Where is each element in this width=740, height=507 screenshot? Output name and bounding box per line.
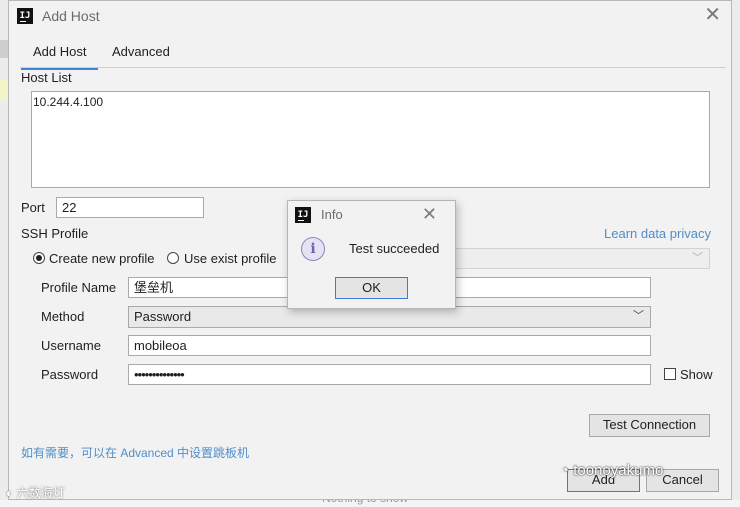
dialog-titlebar[interactable]: IJ Add Host ✕	[9, 1, 731, 31]
tab-divider	[20, 67, 726, 68]
test-connection-button[interactable]: Test Connection	[589, 414, 710, 437]
create-new-profile-radio[interactable]	[33, 252, 45, 264]
port-label: Port	[21, 200, 45, 215]
method-label: Method	[41, 309, 85, 324]
host-list-textarea[interactable]: 10.244.4.100	[31, 91, 710, 188]
wechat-icon: ◔	[560, 462, 570, 479]
watermark-text: toonoyakumo	[573, 462, 664, 479]
username-label: Username	[41, 338, 101, 353]
ssh-profile-label: SSH Profile	[21, 226, 89, 241]
weibo-icon: ◐	[6, 486, 14, 500]
intellij-app-icon: IJ	[295, 207, 311, 223]
password-input[interactable]: ••••••••••••••	[128, 364, 651, 385]
host-list-label: Host List	[21, 70, 72, 85]
create-new-profile-label[interactable]: Create new profile	[49, 251, 155, 266]
info-icon: i	[301, 237, 325, 261]
watermark-logo: ◔ toonoyakumo	[560, 462, 663, 479]
close-icon[interactable]: ✕	[704, 4, 721, 26]
watermark-small: ◐ 六数海灯	[6, 484, 65, 501]
ok-button[interactable]: OK	[335, 277, 408, 299]
use-exist-profile-radio[interactable]	[167, 252, 179, 264]
background-strip-highlight	[0, 80, 8, 100]
existing-profile-select: ﹀	[449, 248, 710, 269]
chevron-down-icon: ﹀	[692, 252, 703, 264]
close-icon[interactable]: ✕	[422, 203, 437, 225]
tab-advanced[interactable]: Advanced	[112, 44, 170, 59]
show-password-label[interactable]: Show	[680, 367, 713, 382]
intellij-app-icon: IJ	[17, 8, 33, 24]
password-label: Password	[41, 367, 99, 382]
learn-data-privacy-link[interactable]: Learn data privacy	[604, 226, 711, 241]
advanced-note: 如有需要，可以在 Advanced 中设置跳板机	[21, 446, 250, 460]
method-select[interactable]: Password ﹀	[128, 306, 651, 328]
dialog-title: Add Host	[42, 8, 100, 24]
info-message: Test succeeded	[349, 241, 440, 256]
tab-add-host[interactable]: Add Host	[20, 44, 100, 70]
use-exist-profile-label[interactable]: Use exist profile	[184, 251, 276, 266]
info-dialog: IJ Info ✕ i Test succeeded OK	[287, 200, 456, 309]
background-strip	[0, 40, 8, 58]
method-select-value: Password	[134, 309, 192, 324]
watermark-small-text: 六数海灯	[16, 486, 65, 500]
profile-name-label: Profile Name	[41, 280, 117, 295]
username-input[interactable]: mobileoa	[128, 335, 651, 356]
port-input[interactable]: 22	[56, 197, 204, 218]
show-password-checkbox[interactable]	[664, 368, 676, 380]
chevron-down-icon: ﹀	[633, 310, 644, 322]
info-title: Info	[321, 207, 343, 222]
